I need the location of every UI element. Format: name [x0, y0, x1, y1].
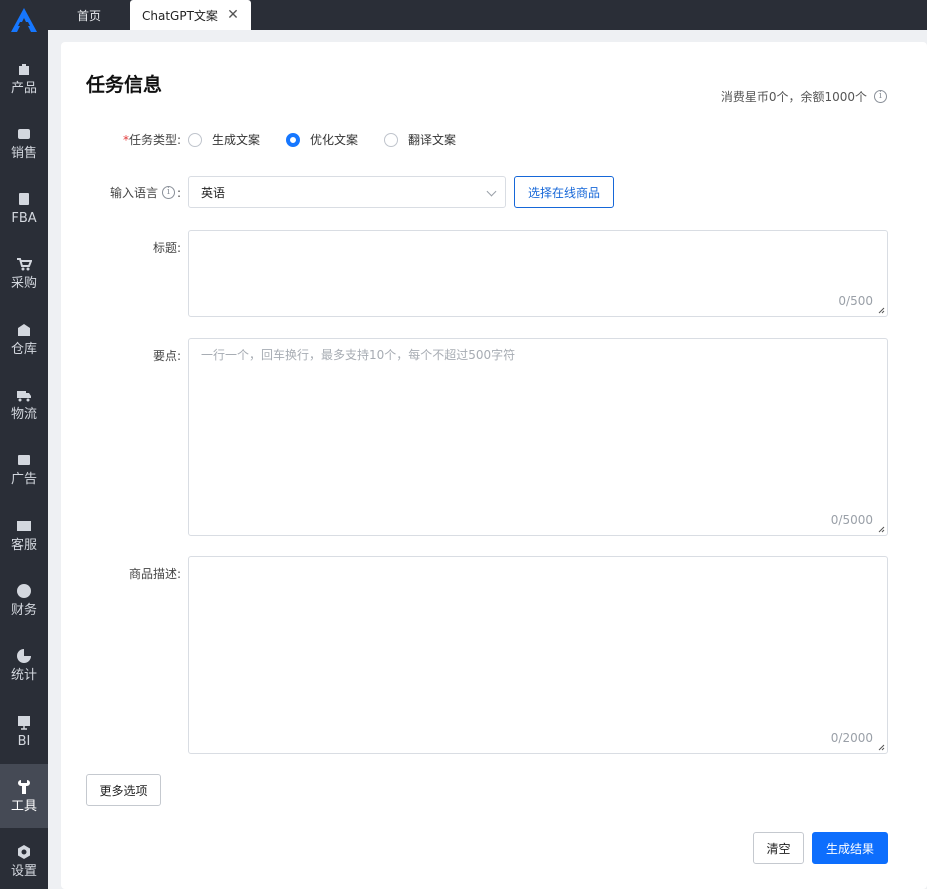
more-options-button[interactable]: 更多选项: [86, 774, 161, 806]
task-form-card: 任务信息 消费星币0个，余额1000个 i *任务类型: 生成文案 优化文案 翻…: [61, 42, 927, 889]
language-label-text: 输入语言: [109, 186, 158, 200]
radio-label: 翻译文案: [408, 133, 457, 147]
sidebar-item-label: 物流: [10, 407, 37, 422]
points-textarea[interactable]: 一行一个，回车换行，最多支持10个，每个不超过500字符 0/5000: [188, 338, 888, 536]
sidebar-item-0[interactable]: 产品: [0, 46, 48, 110]
description-label: 商品描述:: [128, 567, 181, 581]
radio-circle-icon: [188, 132, 202, 147]
mail-icon: [16, 518, 32, 534]
description-char-counter: 0/2000: [830, 731, 873, 745]
sell-tag-icon: [16, 126, 32, 142]
sidebar-item-9[interactable]: 统计: [0, 634, 48, 698]
sidebar-item-6[interactable]: 广告: [0, 438, 48, 502]
sidebar-item-3[interactable]: 采购: [0, 242, 48, 306]
sidebar-item-11[interactable]: 工具: [0, 764, 48, 829]
cart-icon: [16, 256, 32, 272]
sidebar-item-label: FBA: [11, 211, 37, 227]
sidebar-item-label: 财务: [10, 602, 37, 618]
resize-handle-icon[interactable]: [878, 526, 885, 533]
info-icon[interactable]: i: [161, 186, 175, 199]
sidebar-item-2[interactable]: FBA: [0, 177, 48, 241]
sidebar-item-8[interactable]: 财务: [0, 568, 48, 632]
bag-icon: [16, 61, 32, 77]
resize-handle-icon[interactable]: [878, 744, 885, 751]
resize-handle-icon[interactable]: [878, 307, 885, 314]
balance-info: 消费星币0个，余额1000个 i: [721, 88, 887, 105]
warehouse-icon: [16, 322, 32, 338]
truck-icon: [16, 387, 32, 403]
radio-generate-copy[interactable]: 生成文案: [188, 131, 260, 148]
sidebar-item-label: BI: [17, 733, 31, 749]
chevron-down-icon: [486, 186, 497, 197]
settings-icon: [16, 844, 32, 860]
balance-text: 消费星币0个，余额1000个: [720, 90, 867, 104]
language-label: 输入语言 i :: [110, 184, 181, 201]
title-textarea[interactable]: 0/500: [188, 230, 888, 317]
yen-icon: [16, 583, 32, 599]
tab-label: ChatGPT文案: [142, 8, 218, 23]
sidebar-item-label: 设置: [10, 864, 37, 880]
points-char-counter: 0/5000: [830, 513, 873, 527]
radio-checked-icon: [286, 132, 300, 147]
radio-translate-copy[interactable]: 翻译文案: [384, 131, 456, 148]
bi-chart-icon: [16, 714, 32, 730]
sidebar-item-label: 采购: [10, 276, 37, 292]
sidebar: 产品销售 FBA 采购仓库物流广告客服财务统计 BI 工具设置: [0, 0, 48, 889]
clear-button[interactable]: 清空: [753, 832, 804, 864]
points-label: 要点:: [152, 349, 181, 363]
info-icon[interactable]: i: [874, 90, 887, 103]
amazon-box-icon: [16, 191, 32, 207]
sidebar-item-label: 工具: [10, 798, 37, 814]
sidebar-item-label: 销售: [10, 145, 37, 161]
sidebar-item-1[interactable]: 销售: [0, 111, 48, 175]
radio-label: 优化文案: [310, 133, 359, 147]
language-select-value: 英语: [201, 185, 226, 200]
generate-button[interactable]: 生成结果: [812, 832, 888, 864]
title-char-counter: 0/500: [838, 294, 873, 308]
sidebar-item-label: 广告: [10, 472, 37, 488]
sidebar-item-label: 产品: [10, 80, 37, 96]
tab-bar: 首页 ChatGPT文案 ✕: [48, 0, 927, 30]
language-select[interactable]: 英语: [188, 176, 506, 208]
title-label: 标题:: [152, 241, 181, 255]
points-placeholder: 一行一个，回车换行，最多支持10个，每个不超过500字符: [201, 348, 516, 362]
page-title: 任务信息: [86, 74, 163, 96]
select-online-product-button[interactable]: 选择在线商品: [514, 176, 614, 208]
pie-chart-icon: [16, 648, 32, 664]
sidebar-item-12[interactable]: 设置: [0, 830, 48, 889]
logo-icon: [11, 8, 37, 32]
radio-label: 生成文案: [212, 133, 261, 147]
sidebar-item-4[interactable]: 仓库: [0, 307, 48, 371]
language-label-colon: :: [176, 185, 181, 200]
tab-chatgpt-copy[interactable]: ChatGPT文案 ✕: [130, 0, 251, 30]
sidebar-item-5[interactable]: 物流: [0, 373, 48, 437]
ad-icon: [16, 452, 32, 468]
description-textarea[interactable]: 0/2000: [188, 556, 888, 754]
task-type-label-text: 任务类型:: [128, 133, 181, 147]
sidebar-item-label: 统计: [10, 668, 37, 684]
sidebar-item-10[interactable]: BI: [0, 699, 48, 763]
sidebar-item-label: 仓库: [10, 341, 37, 357]
tab-home[interactable]: 首页: [48, 0, 130, 30]
sidebar-item-7[interactable]: 客服: [0, 503, 48, 567]
radio-circle-icon: [384, 132, 398, 147]
sidebar-item-label: 客服: [10, 537, 37, 553]
wrench-icon: [16, 779, 32, 795]
radio-optimize-copy[interactable]: 优化文案: [286, 131, 358, 148]
close-icon[interactable]: ✕: [226, 8, 240, 22]
task-type-label: *任务类型:: [123, 131, 181, 148]
app-logo[interactable]: [0, 0, 48, 40]
